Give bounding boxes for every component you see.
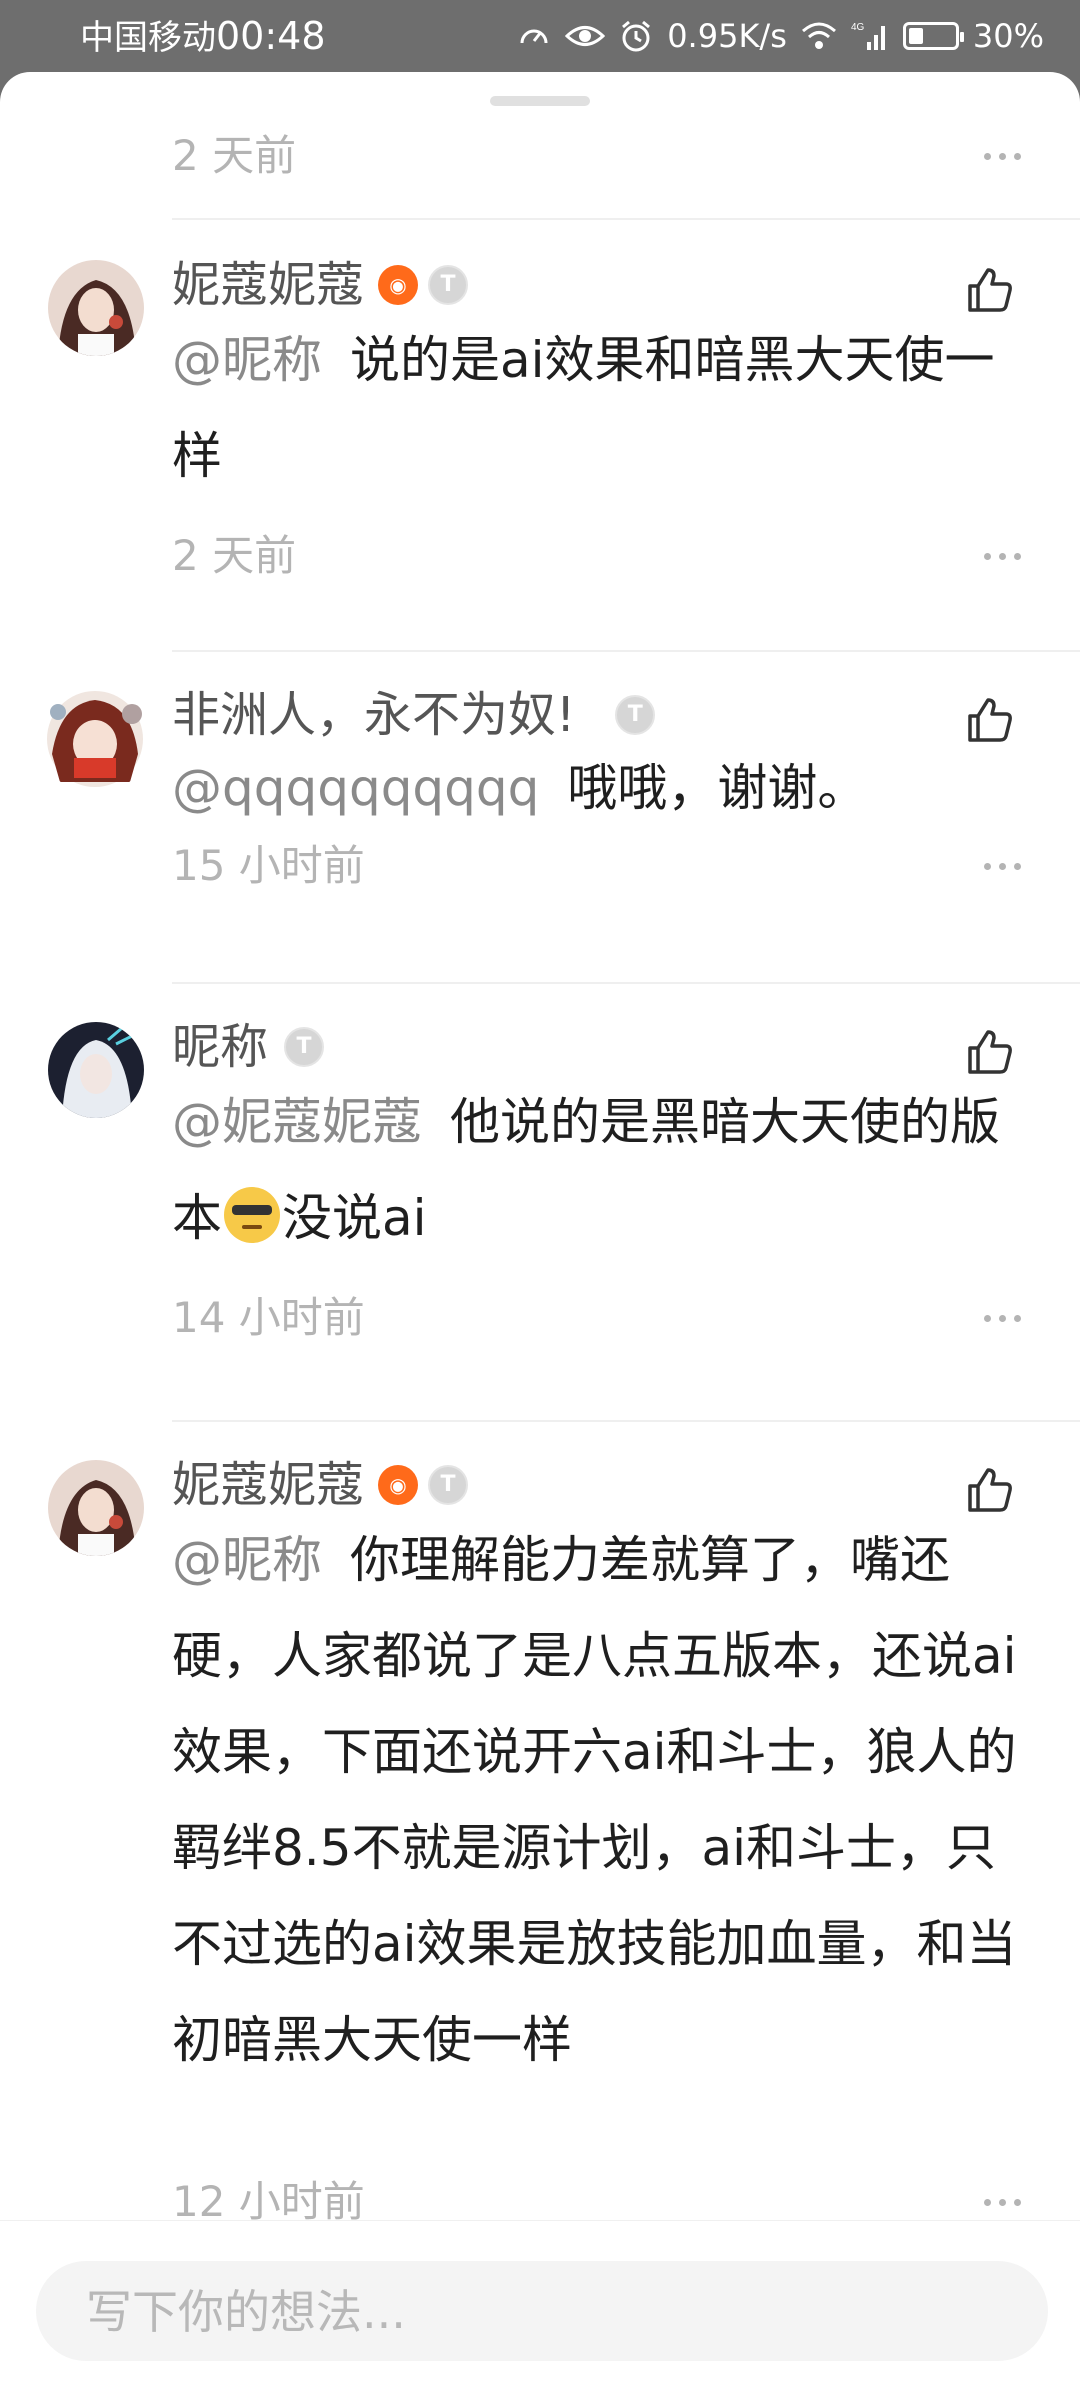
wifi-icon bbox=[801, 21, 837, 51]
more-options-icon[interactable] bbox=[972, 534, 1032, 578]
speed-icon bbox=[517, 19, 551, 53]
status-carrier-time: 中国移动00:48 bbox=[80, 14, 326, 60]
t-level-badge-icon: T bbox=[428, 265, 469, 305]
eye-icon bbox=[565, 21, 606, 51]
username[interactable]: 妮蔻妮蔻 bbox=[172, 250, 364, 320]
comment-input-bar bbox=[0, 2220, 1080, 2401]
divider bbox=[172, 982, 1080, 984]
mention-link[interactable]: @昵称 bbox=[172, 331, 322, 389]
comment-body: @昵称 你理解能力差就算了，嘴还硬，人家都说了是八点五版本，还说ai效果，下面还说… bbox=[172, 1512, 1032, 2088]
mention-link[interactable]: @妮蔻妮蔻 bbox=[172, 1093, 422, 1151]
divider bbox=[172, 218, 1080, 220]
comment-input[interactable] bbox=[84, 2261, 988, 2363]
like-icon[interactable] bbox=[964, 1464, 1016, 1516]
comment-time: 2 天前 bbox=[172, 531, 297, 580]
sheet-drag-handle[interactable] bbox=[490, 96, 590, 106]
comment-body: @妮蔻妮蔻 他说的是黑暗大天使的版本 没说ai bbox=[172, 1074, 1032, 1266]
t-level-badge-icon: T bbox=[284, 1027, 325, 1067]
more-options-icon[interactable] bbox=[972, 134, 1032, 178]
avatar[interactable] bbox=[40, 684, 150, 794]
network-type-label: 4G bbox=[851, 22, 865, 33]
username[interactable]: 昵称 bbox=[172, 1012, 268, 1082]
t-level-badge-icon: T bbox=[428, 1465, 469, 1505]
signal-icon: 4G bbox=[851, 20, 889, 52]
status-icons: 0.95K/s 4G 30% bbox=[503, 14, 1044, 58]
avatar[interactable] bbox=[48, 1022, 144, 1118]
divider bbox=[172, 1420, 1080, 1422]
comment-username-row: 妮蔻妮蔻 ◉ T bbox=[172, 250, 469, 320]
battery-icon bbox=[902, 22, 964, 50]
comment-text: 哦哦，谢谢。 bbox=[567, 759, 868, 817]
mention-link[interactable]: @qqqqqqqqqq bbox=[172, 759, 539, 817]
comment-meta: 2 天前 bbox=[172, 526, 1032, 586]
status-bar: 中国移动00:48 0.95K/s 4G 30% bbox=[0, 0, 1080, 72]
more-options-icon[interactable] bbox=[972, 844, 1032, 888]
orange-badge-icon: ◉ bbox=[378, 1465, 419, 1505]
comment-meta: 14 小时前 bbox=[172, 1288, 1032, 1348]
comment-body: @qqqqqqqqqq 哦哦，谢谢。 bbox=[172, 740, 1032, 836]
more-options-icon[interactable] bbox=[972, 2180, 1032, 2224]
battery-percent: 30% bbox=[972, 17, 1044, 55]
prev-comment-meta: 2 天前 bbox=[172, 126, 1032, 186]
comment-time: 15 小时前 bbox=[172, 841, 365, 890]
avatar[interactable] bbox=[48, 1460, 144, 1556]
carrier-label: 中国移动 bbox=[80, 18, 216, 58]
like-icon[interactable] bbox=[964, 1026, 1016, 1078]
comment-username-row: 昵称 T bbox=[172, 1012, 325, 1082]
mention-link[interactable]: @昵称 bbox=[172, 1531, 322, 1589]
orange-badge-icon: ◉ bbox=[378, 265, 419, 305]
more-options-icon[interactable] bbox=[972, 1296, 1032, 1340]
like-icon[interactable] bbox=[964, 694, 1016, 746]
comment-username-row: 妮蔻妮蔻 ◉ T bbox=[172, 1450, 469, 1520]
avatar[interactable] bbox=[48, 260, 144, 356]
like-icon[interactable] bbox=[964, 264, 1016, 316]
comment-time: 12 小时前 bbox=[172, 2177, 365, 2226]
cool-sweat-emoji-icon bbox=[224, 1187, 280, 1243]
comment-text: 你理解能力差就算了，嘴还硬，人家都说了是八点五版本，还说ai效果，下面还说开六a… bbox=[172, 1531, 1017, 2069]
comments-sheet: 2 天前 妮蔻妮蔻 ◉ T @昵称 说的是ai效果和暗黑大天使一样 2 天前 非洲 bbox=[0, 72, 1080, 2400]
comment-text: 没说ai bbox=[282, 1189, 427, 1247]
comment-input-container[interactable] bbox=[36, 2261, 1048, 2363]
t-level-badge-icon: T bbox=[615, 695, 656, 735]
username[interactable]: 妮蔻妮蔻 bbox=[172, 1450, 364, 1520]
network-speed: 0.95K/s bbox=[667, 17, 787, 55]
clock: 00:48 bbox=[216, 14, 326, 58]
comment-time: 14 小时前 bbox=[172, 1293, 365, 1342]
alarm-icon bbox=[619, 19, 653, 53]
comment-meta: 15 小时前 bbox=[172, 836, 1032, 896]
comment-body: @昵称 说的是ai效果和暗黑大天使一样 bbox=[172, 312, 1032, 504]
divider bbox=[172, 650, 1080, 652]
comment-time: 2 天前 bbox=[172, 131, 297, 180]
